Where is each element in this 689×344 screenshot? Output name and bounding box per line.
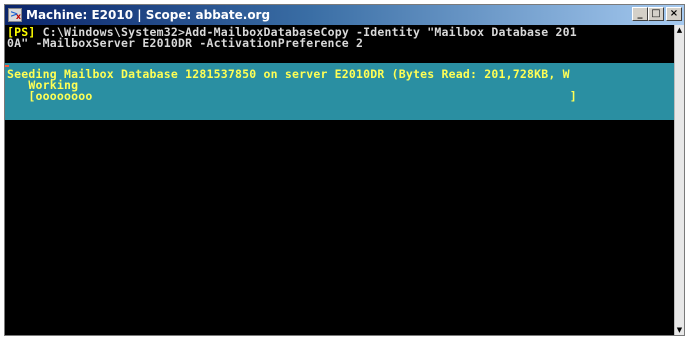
title-bar[interactable]: > x Machine: E2010 | Scope: abbate.org _…	[5, 5, 684, 25]
window-title: Machine: E2010 | Scope: abbate.org	[26, 8, 271, 22]
progress-bar: [oooooooo ]	[7, 89, 577, 103]
powershell-icon[interactable]: > x	[8, 8, 22, 22]
maximize-button[interactable]: □	[648, 7, 664, 21]
vertical-scrollbar[interactable]: ▲ ▼	[674, 25, 684, 335]
close-button[interactable]: ×	[666, 7, 682, 21]
progress-panel: Seeding Mailbox Database 1281537850 on s…	[5, 63, 674, 120]
scroll-down-arrow-icon[interactable]: ▼	[675, 325, 684, 335]
scroll-up-arrow-icon[interactable]: ▲	[675, 25, 684, 35]
progress-activity: Seeding Mailbox Database 1281537850 on s…	[7, 67, 570, 81]
powershell-window: > x Machine: E2010 | Scope: abbate.org _…	[4, 4, 685, 336]
command-line-2: 0A" -MailboxServer E2010DR -ActivationPr…	[7, 36, 364, 50]
minimize-button[interactable]: _	[632, 7, 648, 21]
progress-bar-text: [oooooooo ]	[28, 89, 577, 103]
console-output[interactable]: [PS] C:\Windows\System32>Add-MailboxData…	[5, 25, 674, 335]
